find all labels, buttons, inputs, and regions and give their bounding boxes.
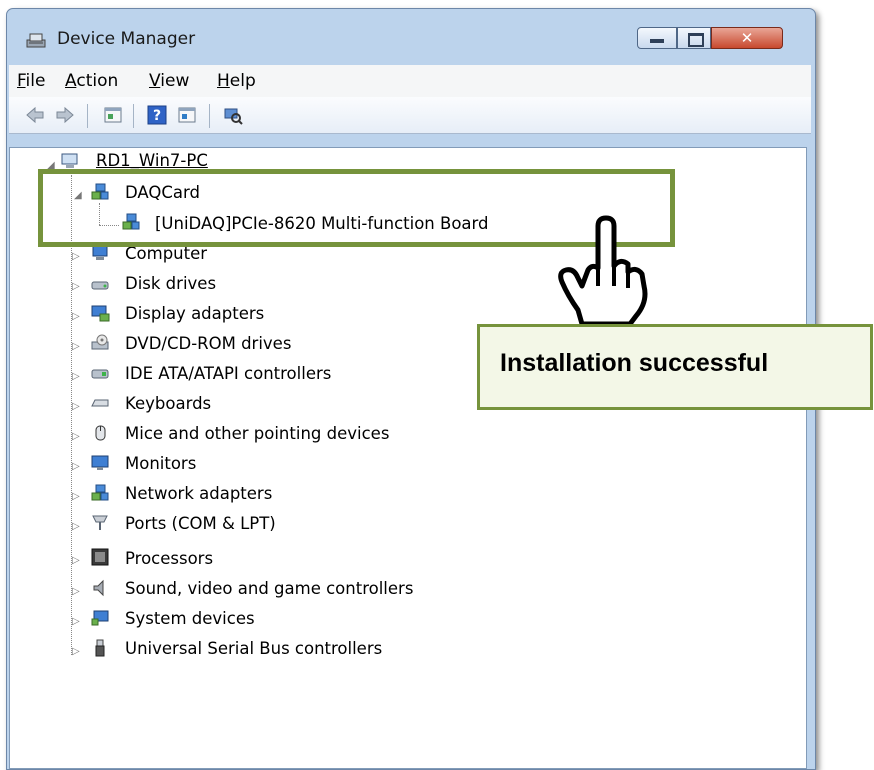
menu-file-rest: ile xyxy=(25,71,46,91)
expand-arrow-icon[interactable]: ▷ xyxy=(72,521,80,532)
menu-view[interactable]: View xyxy=(149,71,189,91)
expand-arrow-icon[interactable]: ▷ xyxy=(72,586,80,597)
tree-root-label: RD1_Win7-PC xyxy=(96,151,208,170)
expand-arrow-icon[interactable]: ▷ xyxy=(72,401,80,412)
keyboard-icon xyxy=(91,399,109,407)
expand-arrow-icon[interactable]: ▷ xyxy=(72,341,80,352)
window-title: Device Manager xyxy=(57,29,196,49)
menu-action-accel: A xyxy=(65,71,77,91)
expand-arrow-icon[interactable]: ▷ xyxy=(72,431,80,442)
expand-arrow-icon[interactable]: ▷ xyxy=(72,251,80,262)
network-adapter-icon xyxy=(91,484,109,501)
speaker-icon xyxy=(93,579,104,597)
menu-bar: File Action View Help xyxy=(9,65,811,97)
mouse-icon xyxy=(95,425,106,441)
menu-action[interactable]: Action xyxy=(65,71,118,91)
tree-category-label: Monitors xyxy=(125,454,197,473)
back-arrow-icon[interactable] xyxy=(25,105,45,125)
menu-file[interactable]: File xyxy=(17,71,45,91)
system-device-icon xyxy=(91,610,109,626)
pointing-hand-icon xyxy=(558,215,648,327)
processor-icon xyxy=(91,548,109,566)
help-icon[interactable]: ? xyxy=(147,105,167,125)
menu-view-rest: iew xyxy=(160,71,190,91)
close-button[interactable]: ✕ xyxy=(711,27,783,49)
tree-category-label: Disk drives xyxy=(125,274,217,293)
tree-category-label: Sound, video and game controllers xyxy=(125,579,414,598)
tree-category-label: DVD/CD-ROM drives xyxy=(125,334,292,353)
maximize-button[interactable] xyxy=(677,27,711,49)
tree-category-label: Universal Serial Bus controllers xyxy=(125,639,383,658)
port-icon xyxy=(92,515,108,530)
menu-action-rest: ction xyxy=(76,71,119,91)
disk-drive-icon xyxy=(91,281,109,290)
tree-category-label: System devices xyxy=(125,609,255,628)
tree-category-label: Ports (COM & LPT) xyxy=(125,514,276,533)
device-manager-icon xyxy=(26,33,46,48)
title-bar[interactable]: Device Manager ✕ xyxy=(7,9,815,65)
menu-file-accel: F xyxy=(17,71,26,91)
menu-help-accel: H xyxy=(217,71,230,91)
menu-help[interactable]: Help xyxy=(217,71,256,91)
minimize-icon xyxy=(650,39,664,43)
menu-help-rest: elp xyxy=(229,71,256,91)
update-driver-icon[interactable] xyxy=(177,105,197,125)
menu-view-accel: V xyxy=(149,71,161,91)
forward-arrow-icon[interactable] xyxy=(55,105,75,125)
callout-text: Installation successful xyxy=(500,349,769,377)
scan-hardware-icon[interactable] xyxy=(223,105,243,125)
monitor-icon xyxy=(91,455,109,470)
maximize-icon xyxy=(688,33,704,47)
tree-category-label: Processors xyxy=(125,549,214,568)
expand-arrow-icon[interactable]: ▷ xyxy=(72,461,80,472)
expand-arrow-icon[interactable]: ▷ xyxy=(72,371,80,382)
dvd-drive-icon xyxy=(91,334,109,350)
usb-icon xyxy=(95,639,105,657)
expand-arrow-icon[interactable]: ▷ xyxy=(72,616,80,627)
expand-arrow-icon[interactable]: ▷ xyxy=(72,646,80,657)
properties-icon[interactable] xyxy=(103,105,123,125)
tree-category-label: Display adapters xyxy=(125,304,265,323)
tree-category-label: Network adapters xyxy=(125,484,273,503)
ide-controller-icon xyxy=(91,369,109,379)
toolbar-separator xyxy=(133,104,134,128)
expand-arrow-icon[interactable]: ▷ xyxy=(72,281,80,292)
tree-line xyxy=(71,175,72,655)
computer-icon xyxy=(61,153,78,168)
tree-category-label: Keyboards xyxy=(125,394,212,413)
toolbar: ? xyxy=(9,97,811,134)
tree-category-label: IDE ATA/ATAPI controllers xyxy=(125,364,332,383)
toolbar-separator xyxy=(87,104,88,128)
installation-success-callout: Installation successful xyxy=(477,324,873,410)
close-icon: ✕ xyxy=(740,29,754,47)
expand-arrow-icon[interactable]: ▷ xyxy=(72,555,80,566)
minimize-button[interactable] xyxy=(637,27,677,49)
svg-text:?: ? xyxy=(153,108,161,124)
expand-arrow-icon[interactable]: ▷ xyxy=(72,311,80,322)
display-adapter-icon xyxy=(91,305,110,322)
toolbar-separator xyxy=(209,104,210,128)
expand-arrow-icon[interactable]: ▷ xyxy=(72,491,80,502)
tree-category-label: Mice and other pointing devices xyxy=(125,424,390,443)
